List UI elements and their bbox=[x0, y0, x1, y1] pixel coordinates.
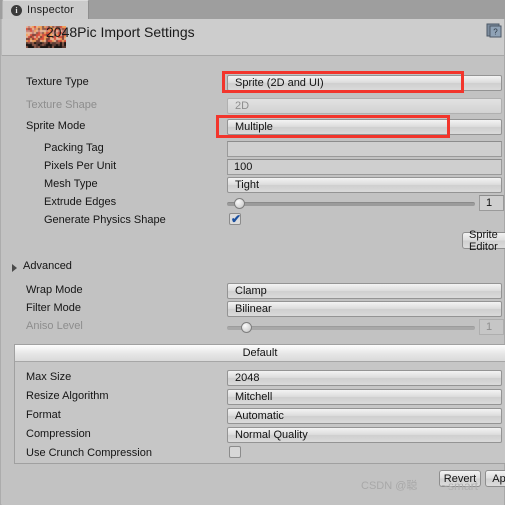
max-size-dropdown[interactable]: 2048 bbox=[227, 370, 502, 386]
texture-type-dropdown[interactable]: Sprite (2D and UI) bbox=[227, 75, 502, 91]
label-pixels-per-unit: Pixels Per Unit bbox=[44, 160, 117, 172]
page-title: 2048Pic Import Settings bbox=[46, 24, 195, 40]
label-use-crunch-compression: Use Crunch Compression bbox=[26, 447, 152, 459]
tab-inspector-label: Inspector bbox=[27, 4, 75, 16]
label-mesh-type: Mesh Type bbox=[44, 178, 98, 190]
info-icon: i bbox=[11, 4, 22, 16]
label-format: Format bbox=[26, 409, 61, 421]
svg-text:?: ? bbox=[493, 28, 498, 37]
label-sprite-mode: Sprite Mode bbox=[26, 120, 86, 132]
aniso-level-value: 1 bbox=[479, 319, 504, 335]
label-extrude-edges: Extrude Edges bbox=[44, 196, 117, 208]
slider-track bbox=[227, 326, 475, 330]
settings-body: Texture Type Sprite (2D and UI) Texture … bbox=[1, 56, 505, 504]
sprite-editor-button[interactable]: Sprite Editor bbox=[462, 229, 505, 253]
pixels-per-unit-input[interactable]: 100 bbox=[227, 159, 502, 175]
label-compression: Compression bbox=[26, 428, 91, 440]
packing-tag-input[interactable] bbox=[227, 141, 502, 157]
label-packing-tag: Packing Tag bbox=[44, 142, 104, 154]
slider-knob[interactable] bbox=[234, 198, 246, 209]
label-max-size: Max Size bbox=[26, 371, 72, 383]
label-texture-shape: Texture Shape bbox=[26, 99, 97, 111]
format-dropdown[interactable]: Automatic bbox=[227, 408, 502, 424]
checkmark-icon: ✔ bbox=[231, 212, 242, 226]
use-crunch-compression-checkbox[interactable] bbox=[229, 446, 241, 458]
label-texture-type: Texture Type bbox=[26, 76, 89, 88]
resize-algorithm-dropdown[interactable]: Mitchell bbox=[227, 389, 502, 405]
extrude-edges-slider[interactable] bbox=[227, 195, 475, 211]
watermark-csdn: CSDN @聪 bbox=[361, 480, 418, 492]
label-resize-algorithm: Resize Algorithm bbox=[26, 390, 109, 402]
inspector-window: i Inspector 2048Pic Import Settings ? Te… bbox=[0, 0, 505, 505]
label-wrap-mode: Wrap Mode bbox=[26, 284, 83, 296]
advanced-foldout-label[interactable]: Advanced bbox=[23, 260, 72, 272]
aniso-level-slider bbox=[227, 319, 475, 335]
wrap-mode-dropdown[interactable]: Clamp bbox=[227, 283, 502, 299]
extrude-edges-value[interactable]: 1 bbox=[479, 195, 504, 211]
label-aniso-level: Aniso Level bbox=[26, 320, 83, 332]
texture-shape-dropdown: 2D bbox=[227, 98, 502, 114]
tab-inspector[interactable]: i Inspector bbox=[2, 0, 90, 19]
triangle-right-icon[interactable] bbox=[12, 264, 17, 272]
slider-knob bbox=[241, 322, 253, 333]
apply-button[interactable]: Apply bbox=[485, 470, 505, 487]
help-book-icon[interactable]: ? bbox=[485, 22, 503, 39]
slider-track bbox=[227, 202, 475, 206]
filter-mode-dropdown[interactable]: Bilinear bbox=[227, 301, 502, 317]
watermark-smart: ~smart bbox=[441, 479, 479, 493]
tab-bar: i Inspector bbox=[0, 0, 505, 19]
mesh-type-dropdown[interactable]: Tight bbox=[227, 177, 502, 193]
compression-dropdown[interactable]: Normal Quality bbox=[227, 427, 502, 443]
label-generate-physics-shape: Generate Physics Shape bbox=[44, 214, 166, 226]
platform-tab-default[interactable]: Default bbox=[15, 345, 505, 362]
generate-physics-shape-checkbox[interactable]: ✔ bbox=[229, 213, 241, 225]
label-filter-mode: Filter Mode bbox=[26, 302, 82, 314]
sprite-mode-dropdown[interactable]: Multiple bbox=[227, 119, 502, 135]
